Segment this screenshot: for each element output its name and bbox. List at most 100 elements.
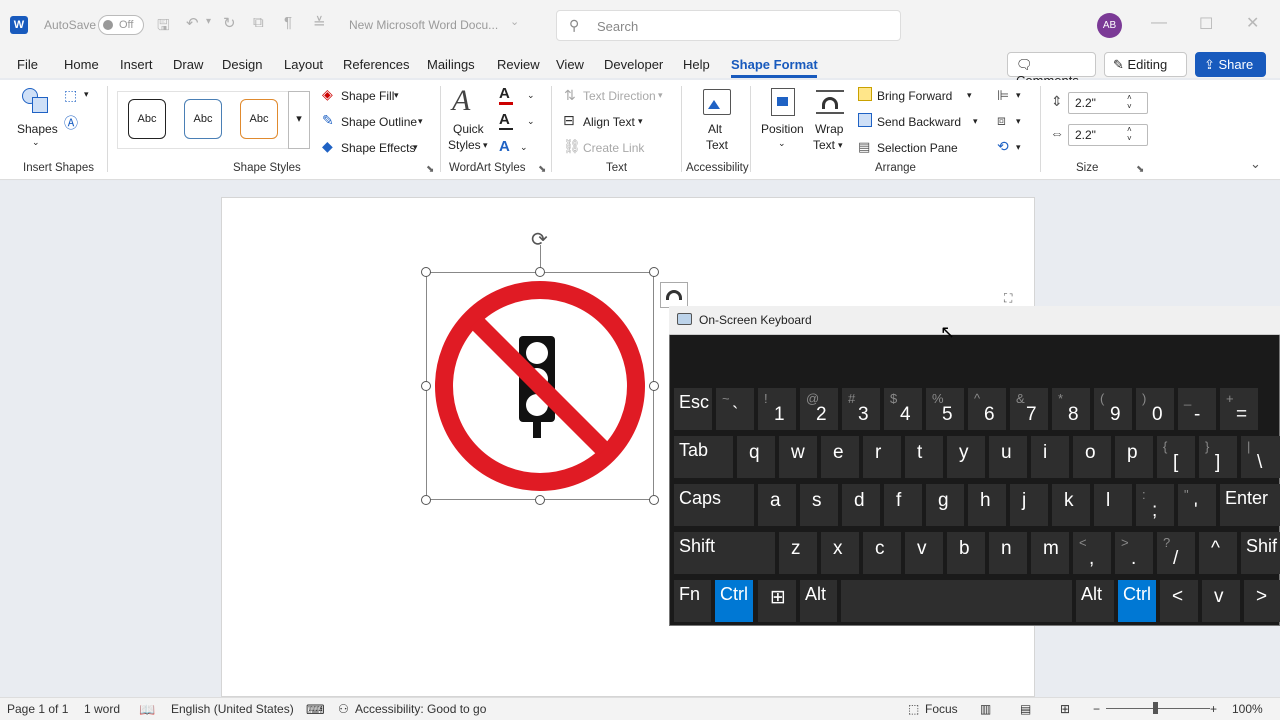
position-icon[interactable] (771, 88, 795, 116)
avatar[interactable]: AB (1097, 13, 1122, 38)
osk-key[interactable]: z (779, 532, 817, 574)
osk-key[interactable]: l (1094, 484, 1132, 526)
shape-styles-launcher-icon[interactable]: ⬊ (426, 164, 434, 175)
osk-key[interactable]: y (947, 436, 985, 478)
osk-key[interactable]: <, (1073, 532, 1111, 574)
language-indicator[interactable]: English (United States) (171, 702, 294, 716)
tab-shape-format[interactable]: Shape Format (731, 57, 818, 72)
osk-key[interactable]: * 8 (1052, 388, 1090, 430)
copy-icon[interactable]: ⧉ (253, 14, 264, 31)
align-text-icon[interactable]: ⊟ (563, 112, 575, 129)
text-effects-dropdown-icon[interactable]: ⌄ (520, 142, 528, 153)
maximize-icon[interactable]: ☐ (1199, 14, 1213, 34)
autosave-toggle[interactable]: Off (98, 15, 144, 35)
osk-key[interactable]: c (863, 532, 901, 574)
shapes-icon[interactable] (22, 88, 50, 114)
osk-key[interactable]: $4 (884, 388, 922, 430)
osk-key[interactable]: x (821, 532, 859, 574)
osk-key[interactable]: j (1010, 484, 1048, 526)
osk-key[interactable]: i (1031, 436, 1069, 478)
resize-handle-right[interactable] (649, 381, 659, 391)
wordart-launcher-icon[interactable]: ⬊ (538, 164, 546, 175)
comments-button[interactable]: 🗨 Comments (1007, 52, 1096, 88)
osk-key[interactable]: b (947, 532, 985, 574)
undo-dropdown-icon[interactable]: ▾ (206, 16, 211, 27)
group-dropdown-icon[interactable]: ▾ (1016, 116, 1021, 127)
tab-references[interactable]: References (343, 57, 409, 72)
shapes-dropdown-icon[interactable]: ⌄ (32, 137, 40, 148)
minimize-icon[interactable]: — (1151, 14, 1167, 32)
send-backward-icon[interactable] (858, 113, 872, 127)
paragraph-mark-icon[interactable]: ¶ (284, 14, 292, 31)
undo-icon[interactable]: ↶ (186, 14, 199, 32)
zoom-in-icon[interactable]: + (1210, 702, 1217, 716)
tab-insert[interactable]: Insert (120, 57, 153, 72)
proofing-icon[interactable]: 📖 (139, 702, 155, 718)
osk-key[interactable]: s (800, 484, 838, 526)
wrap-text-dropdown-icon[interactable]: ▾ (838, 140, 843, 151)
text-fill-icon[interactable]: A (499, 85, 510, 102)
no-traffic-light-sign-icon[interactable] (432, 278, 648, 494)
osk-key[interactable]: Esc (674, 388, 712, 430)
text-effects-icon[interactable]: A (499, 138, 510, 155)
osk-key[interactable]: a (758, 484, 796, 526)
osk-key[interactable]: Alt (800, 580, 837, 622)
osk-title-bar[interactable]: On-Screen Keyboard (669, 306, 1280, 335)
accessibility-status[interactable]: Accessibility: Good to go (355, 702, 486, 716)
osk-key[interactable]: & 7 (1010, 388, 1048, 430)
shape-outline-dropdown-icon[interactable]: ▾ (418, 116, 423, 127)
redo-icon[interactable]: ↻ (223, 14, 236, 32)
quick-styles-dropdown-icon[interactable]: ▾ (483, 140, 488, 151)
osk-key[interactable]: _ - (1178, 388, 1216, 430)
wrap-text-label-2[interactable]: Text (813, 138, 835, 152)
osk-key[interactable]: + = (1220, 388, 1258, 430)
tab-layout[interactable]: Layout (284, 57, 323, 72)
osk-key[interactable]: | \ (1241, 436, 1280, 478)
collapse-ribbon-icon[interactable]: ⌄ (1250, 156, 1261, 172)
osk-key[interactable]: {[ (1157, 436, 1195, 478)
resize-handle-bottom-left[interactable] (421, 495, 431, 505)
position-dropdown-icon[interactable]: ⌄ (778, 138, 786, 149)
resize-handle-top-left[interactable] (421, 267, 431, 277)
osk-key[interactable]: ) 0 (1136, 388, 1174, 430)
style-preset-1[interactable]: Abc (128, 99, 166, 139)
tab-mailings[interactable]: Mailings (427, 57, 475, 72)
osk-key[interactable]: p (1115, 436, 1153, 478)
osk-key[interactable]: ~ ` (716, 388, 754, 430)
osk-key[interactable]: d (842, 484, 880, 526)
tab-developer[interactable]: Developer (604, 57, 663, 72)
quick-styles-icon[interactable]: A (452, 84, 470, 118)
layout-options-button[interactable] (660, 282, 688, 308)
align-text-dropdown-icon[interactable]: ▾ (638, 116, 643, 127)
text-outline-icon[interactable]: A (499, 111, 510, 128)
osk-key[interactable]: v (905, 532, 943, 574)
edit-shape-icon[interactable]: ⬚ (64, 87, 77, 104)
osk-key[interactable]: ^ (1199, 532, 1237, 574)
shape-effects-button[interactable]: Shape Effects (341, 141, 416, 155)
web-layout-icon[interactable]: ⊞ (1060, 702, 1070, 716)
osk-key[interactable]: ⊞ (758, 580, 796, 622)
osk-key[interactable]: g (926, 484, 964, 526)
osk-key[interactable]: Shift (674, 532, 775, 574)
resize-handle-bottom-right[interactable] (649, 495, 659, 505)
osk-key[interactable]: e (821, 436, 859, 478)
create-link-button[interactable]: Create Link (583, 141, 644, 155)
osk-key[interactable]: @2 (800, 388, 838, 430)
text-outline-dropdown-icon[interactable]: ⌄ (527, 116, 535, 127)
alt-text-label-1[interactable]: Alt (708, 122, 722, 136)
read-mode-icon[interactable]: ▥ (980, 702, 991, 716)
shape-effects-icon[interactable]: ◆ (322, 138, 333, 155)
text-box-icon[interactable]: Ⓐ (64, 113, 78, 133)
osk-key[interactable]: q (737, 436, 775, 478)
osk-key[interactable]: :; (1136, 484, 1174, 526)
osk-key[interactable]: < (1160, 580, 1198, 622)
osk-key[interactable]: w (779, 436, 817, 478)
osk-key[interactable]: ! 1 (758, 388, 796, 430)
shape-outline-button[interactable]: Shape Outline (341, 115, 417, 129)
resize-handle-left[interactable] (421, 381, 431, 391)
osk-key[interactable]: >. (1115, 532, 1153, 574)
osk-key[interactable]: ^ 6 (968, 388, 1006, 430)
edit-shape-dropdown-icon[interactable]: ▾ (84, 89, 89, 100)
rotate-icon[interactable]: ⟲ (997, 138, 1009, 155)
share-button[interactable]: ⇪ Share ⌄ (1195, 52, 1266, 88)
